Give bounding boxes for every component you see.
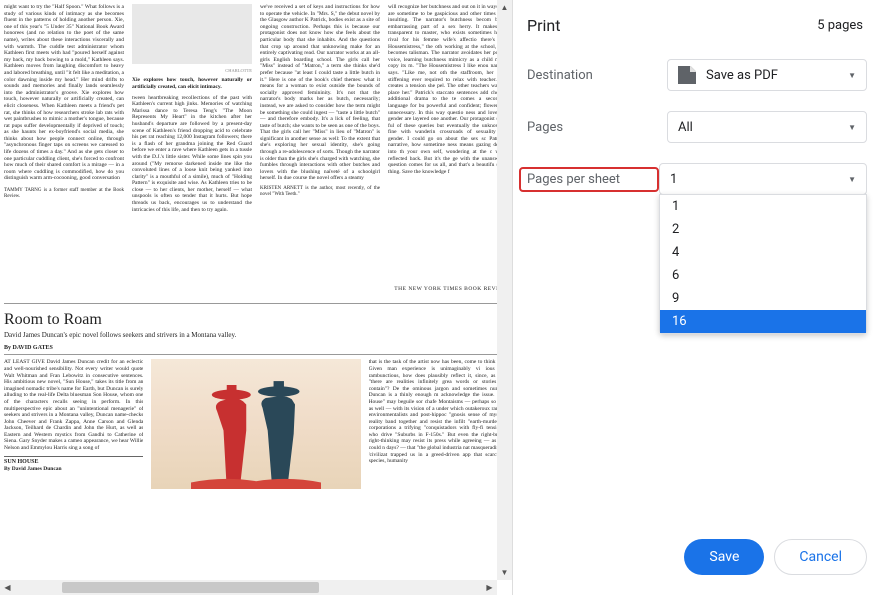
scroll-right-arrow[interactable]: ▶ bbox=[482, 580, 497, 595]
dropdown-option-1[interactable]: 1 bbox=[660, 195, 866, 218]
body-text: we've received a set of keys and instruc… bbox=[260, 4, 380, 182]
author-note: KRISTEN ARNETT is the author, most recen… bbox=[260, 186, 380, 198]
article-column: that is the task of the artist now has b… bbox=[369, 359, 508, 559]
article-illustration bbox=[151, 359, 360, 489]
scroll-down-arrow[interactable]: ▼ bbox=[497, 565, 512, 580]
dropdown-option-16[interactable]: 16 bbox=[660, 310, 866, 333]
body-text: might want to try the "Half Spoon." What… bbox=[4, 4, 124, 182]
book-author: By David James Duncan bbox=[4, 466, 143, 473]
article-image-placeholder bbox=[132, 4, 252, 64]
newspaper-column: might want to try the "Half Spoon." What… bbox=[4, 4, 124, 284]
pages-value: All bbox=[678, 120, 693, 135]
destination-select[interactable]: Save as PDF ▼ bbox=[667, 59, 867, 91]
newspaper-column: we've received a set of keys and instruc… bbox=[260, 4, 380, 284]
book-title: SUN HOUSE bbox=[4, 459, 143, 466]
scroll-up-arrow[interactable]: ▲ bbox=[497, 0, 512, 15]
article-column bbox=[151, 359, 360, 559]
save-button[interactable]: Save bbox=[684, 539, 764, 575]
print-dialog-panel: Print 5 pages Destination Save as PDF ▼ … bbox=[513, 0, 883, 595]
pages-label: Pages bbox=[527, 120, 667, 135]
scroll-track[interactable] bbox=[15, 580, 482, 595]
pdf-icon bbox=[678, 66, 696, 84]
document-preview: might want to try the "Half Spoon." What… bbox=[0, 0, 512, 595]
vertical-scrollbar[interactable]: ▲ ▼ bbox=[497, 0, 512, 580]
chevron-down-icon: ▼ bbox=[848, 123, 856, 132]
article-subtitle: David James Duncan's epic novel follows … bbox=[4, 331, 508, 339]
pages-select[interactable]: All ▼ bbox=[667, 111, 867, 143]
scroll-left-arrow[interactable]: ◀ bbox=[0, 580, 15, 595]
horizontal-scrollbar[interactable]: ◀ ▶ bbox=[0, 580, 497, 595]
body-text: tween heartbreaking recollections of the… bbox=[132, 95, 252, 214]
dropdown-option-6[interactable]: 6 bbox=[660, 264, 866, 287]
pages-per-sheet-dropdown: 1 2 4 6 9 16 bbox=[659, 194, 867, 334]
article-title: Room to Roam bbox=[4, 310, 508, 329]
newspaper-column: CHARLOTTE Xie explores how touch, howeve… bbox=[132, 4, 252, 284]
newspaper-column: will recognize her butchness and out on … bbox=[388, 4, 508, 284]
dropdown-option-4[interactable]: 4 bbox=[660, 241, 866, 264]
pages-per-sheet-value: 1 bbox=[670, 172, 677, 187]
chevron-down-icon: ▼ bbox=[848, 175, 856, 184]
dropdown-option-2[interactable]: 2 bbox=[660, 218, 866, 241]
pages-per-sheet-select[interactable]: 1 ▼ 1 2 4 6 9 16 bbox=[659, 163, 867, 195]
cowboy-illustration bbox=[183, 372, 329, 489]
pull-quote: Xie explores how touch, however naturall… bbox=[132, 77, 252, 90]
body-text: that is the task of the artist now has b… bbox=[369, 359, 508, 465]
article-column: AT LEAST GIVE David James Duncan credit … bbox=[4, 359, 143, 559]
chevron-down-icon: ▼ bbox=[848, 71, 856, 80]
publication-name: THE NEW YORK TIMES BOOK REVIEW bbox=[4, 286, 508, 293]
dropdown-option-9[interactable]: 9 bbox=[660, 287, 866, 310]
destination-label: Destination bbox=[527, 68, 667, 83]
cancel-button[interactable]: Cancel bbox=[774, 539, 867, 575]
print-preview-pane: might want to try the "Half Spoon." What… bbox=[0, 0, 513, 595]
destination-value: Save as PDF bbox=[706, 68, 778, 83]
page-count-label: 5 pages bbox=[817, 18, 863, 33]
author-note: TAMMY TARNG is a former staff member at … bbox=[4, 188, 124, 200]
scroll-thumb[interactable] bbox=[62, 582, 319, 593]
print-dialog-title: Print bbox=[527, 16, 560, 35]
body-text: will recognize her butchness and out on … bbox=[388, 4, 508, 175]
article-byline: By DAVID GATES bbox=[4, 345, 508, 355]
pages-per-sheet-label: Pages per sheet bbox=[519, 167, 659, 192]
body-text: AT LEAST GIVE David James Duncan credit … bbox=[4, 359, 143, 451]
image-credit: CHARLOTTE bbox=[132, 68, 252, 73]
